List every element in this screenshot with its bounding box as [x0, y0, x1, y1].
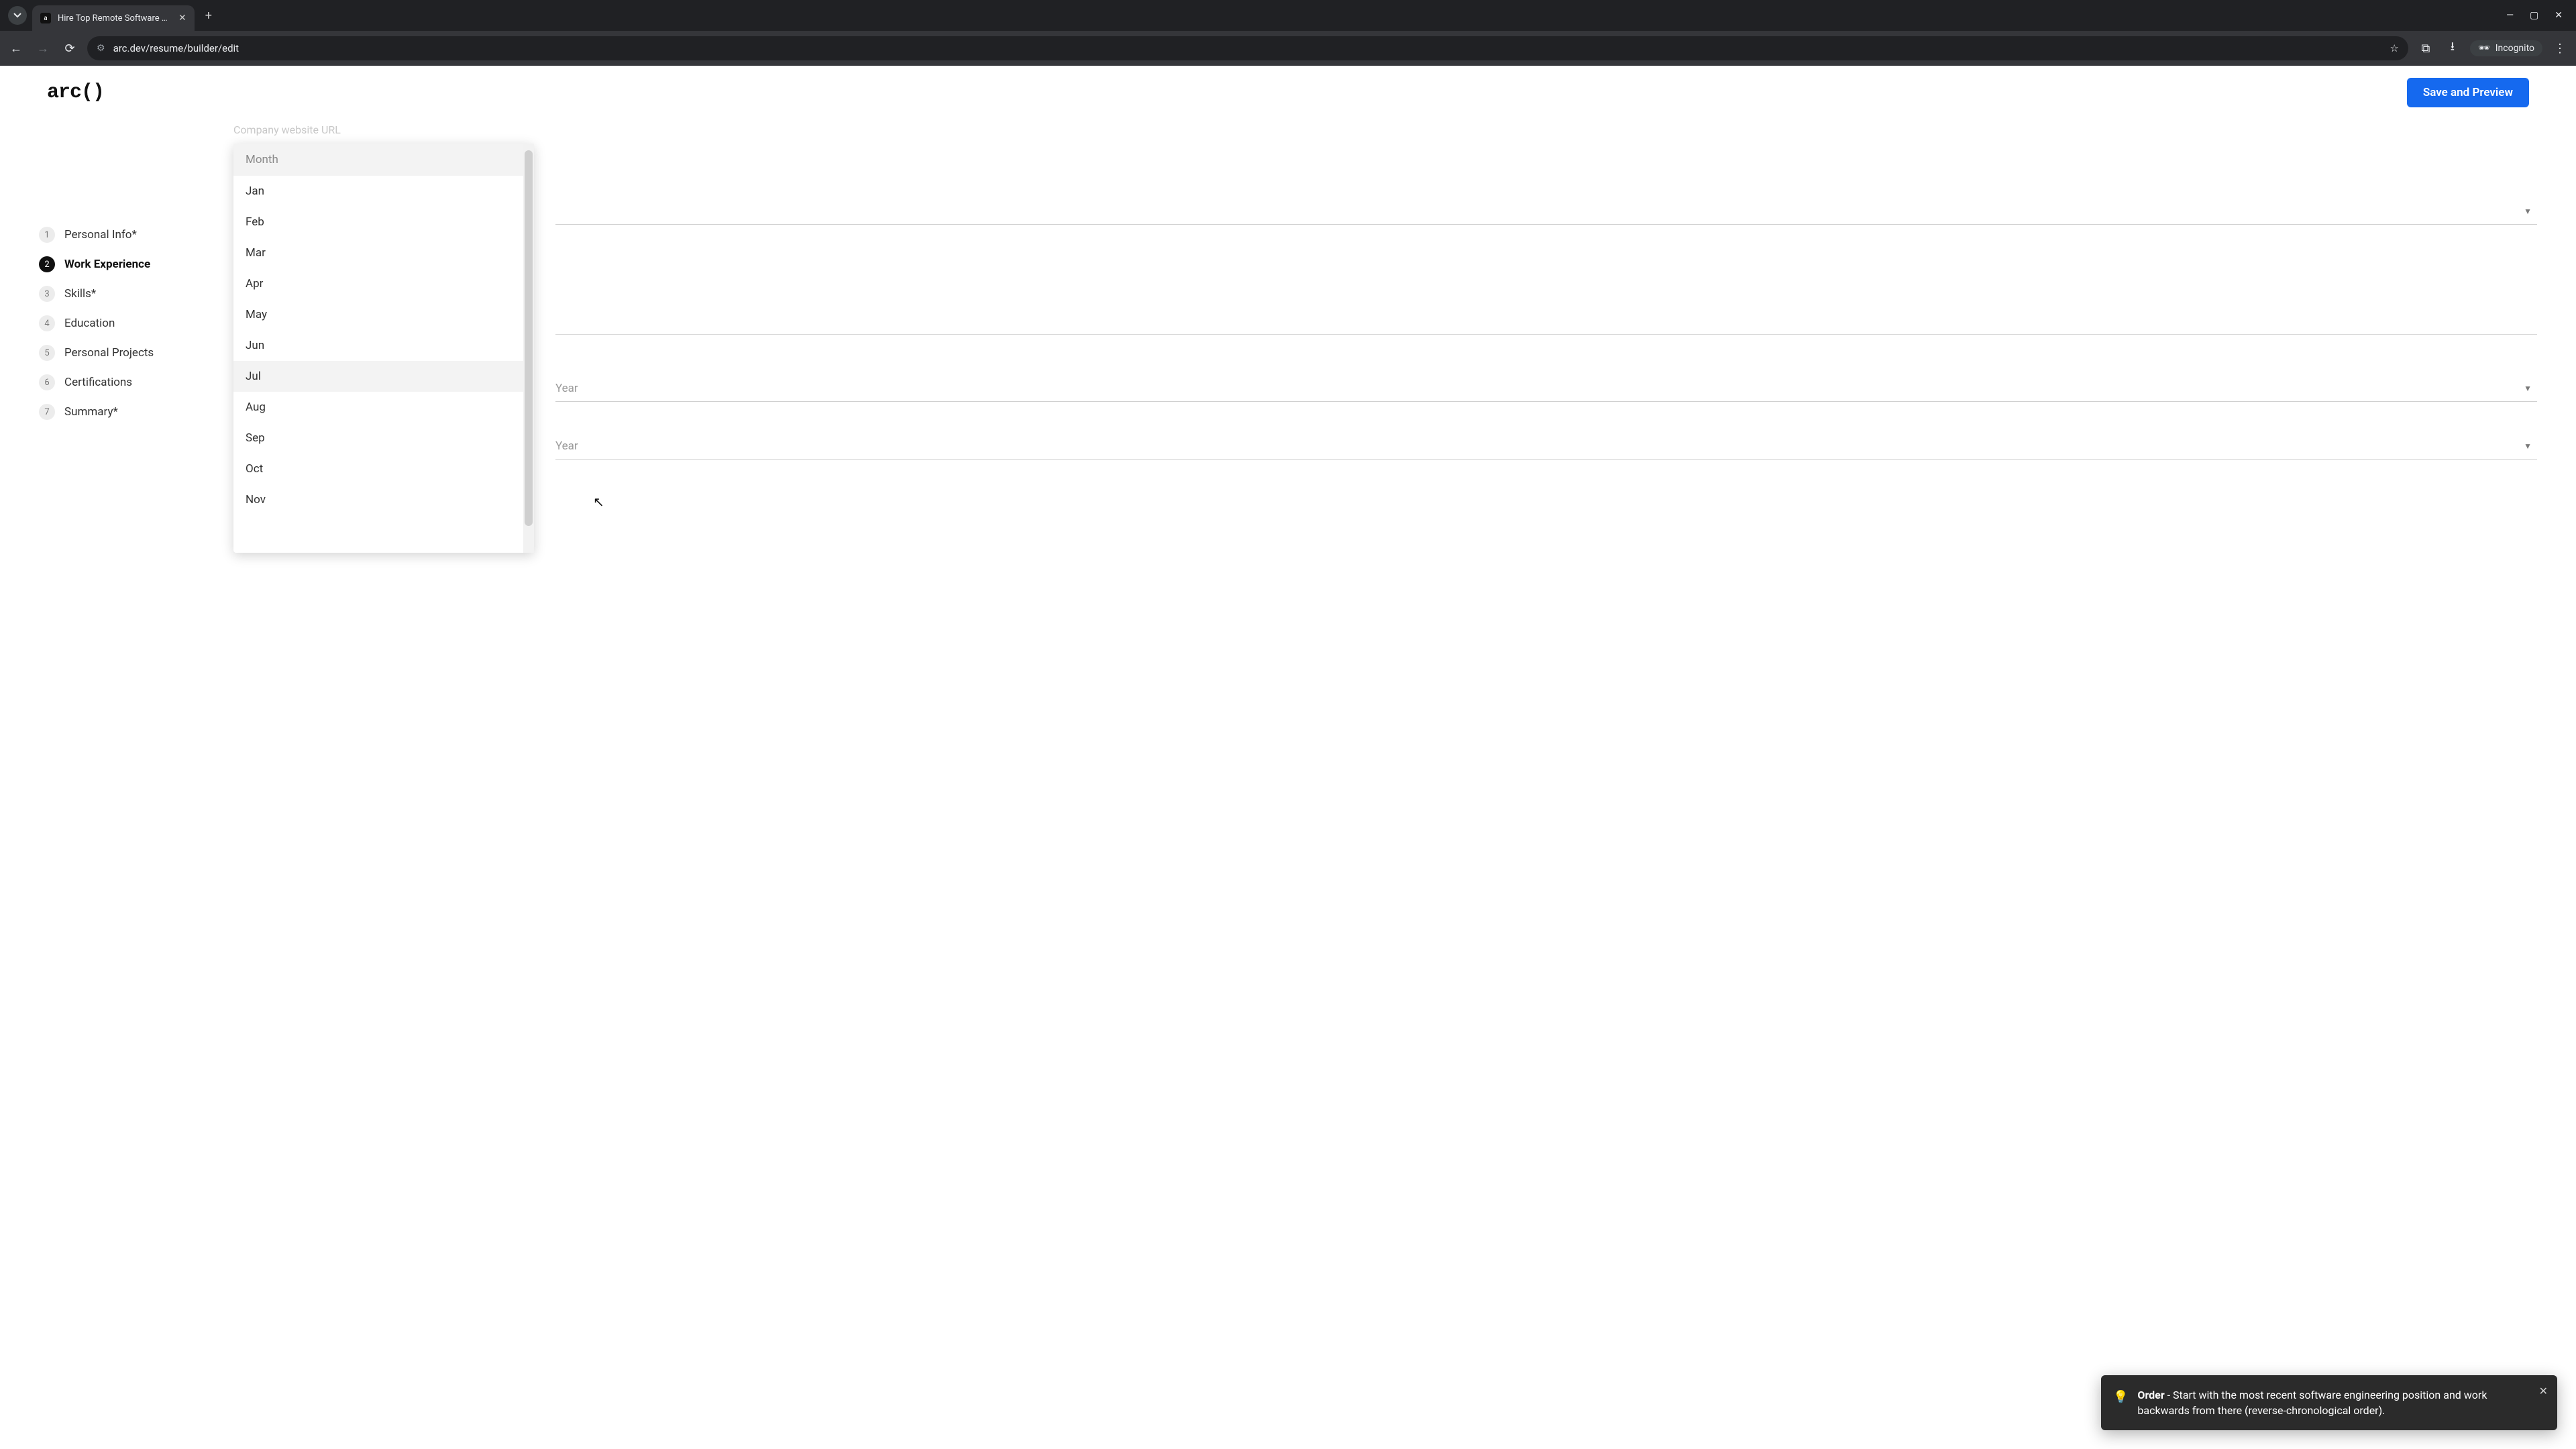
address-bar[interactable]: ⚙ arc.dev/resume/builder/edit ☆: [87, 36, 2408, 60]
month-option-jan[interactable]: Jan: [233, 176, 523, 207]
step-personal-projects[interactable]: 5 Personal Projects: [39, 338, 207, 368]
generic-select-1[interactable]: ▼: [555, 198, 2537, 225]
step-sidebar: 1 Personal Info* 2 Work Experience 3 Ski…: [39, 119, 207, 460]
reload-button[interactable]: ⟳: [60, 42, 79, 56]
logo[interactable]: arc(): [47, 81, 104, 104]
chevron-down-icon: ▼: [2524, 441, 2532, 451]
cursor-icon: ↖: [593, 494, 604, 510]
form-area: Company website URL Month Jan Feb Mar Ap…: [233, 119, 2537, 460]
month-option-may[interactable]: May: [233, 299, 523, 330]
month-dropdown-list: Month Jan Feb Mar Apr May Jun Jul Aug Se…: [233, 144, 523, 553]
app-header: arc() Save and Preview: [0, 66, 2576, 119]
save-and-preview-button[interactable]: Save and Preview: [2407, 78, 2529, 107]
chevron-down-icon: ▼: [2524, 207, 2532, 216]
bookmark-icon[interactable]: ☆: [2390, 42, 2398, 54]
step-personal-info[interactable]: 1 Personal Info*: [39, 220, 207, 250]
extensions-icon[interactable]: ⧉: [2416, 42, 2435, 56]
step-number: 4: [39, 315, 55, 331]
browser-toolbar: ← → ⟳ ⚙ arc.dev/resume/builder/edit ☆ ⧉ …: [0, 31, 2576, 66]
step-label: Summary*: [64, 405, 118, 419]
tab-search-button[interactable]: [8, 6, 27, 25]
step-skills[interactable]: 3 Skills*: [39, 279, 207, 309]
step-number: 5: [39, 345, 55, 361]
month-option-aug[interactable]: Aug: [233, 392, 523, 423]
chevron-down-icon: [13, 11, 21, 19]
tip-toast: 💡 Order - Start with the most recent sof…: [2101, 1375, 2557, 1430]
step-label: Certifications: [64, 376, 132, 389]
step-label: Personal Info*: [64, 228, 137, 241]
step-label: Skills*: [64, 287, 96, 301]
chevron-down-icon: ▼: [2524, 384, 2532, 393]
year-placeholder: Year: [555, 439, 578, 453]
site-settings-icon[interactable]: ⚙: [97, 43, 105, 54]
month-option-mar[interactable]: Mar: [233, 237, 523, 268]
close-window-icon[interactable]: ✕: [2555, 10, 2563, 21]
text-field-line[interactable]: [555, 312, 2537, 335]
step-label: Work Experience: [64, 258, 150, 271]
toast-body: - Start with the most recent software en…: [2137, 1389, 2487, 1417]
start-year-select[interactable]: Year ▼: [555, 375, 2537, 402]
new-tab-button[interactable]: +: [205, 9, 212, 23]
forward-button[interactable]: →: [34, 42, 52, 56]
maximize-icon[interactable]: ▢: [2530, 10, 2538, 21]
step-summary[interactable]: 7 Summary*: [39, 397, 207, 427]
end-year-select[interactable]: Year ▼: [555, 433, 2537, 460]
lightbulb-icon: 💡: [2113, 1389, 2128, 1418]
toast-title: Order: [2137, 1389, 2164, 1401]
month-option-jun[interactable]: Jun: [233, 330, 523, 361]
step-number: 6: [39, 374, 55, 390]
step-number: 1: [39, 227, 55, 243]
dropdown-scrollbar[interactable]: [523, 144, 534, 553]
close-icon[interactable]: ✕: [2539, 1383, 2548, 1399]
month-option-nov[interactable]: Nov: [233, 484, 523, 515]
year-placeholder: Year: [555, 382, 578, 395]
step-certifications[interactable]: 6 Certifications: [39, 368, 207, 397]
incognito-icon: 🕶: [2478, 43, 2490, 54]
browser-chrome: a Hire Top Remote Software Dev ✕ + — ▢ ✕…: [0, 0, 2576, 66]
toast-text: Order - Start with the most recent softw…: [2137, 1387, 2526, 1418]
company-url-label: Company website URL: [233, 123, 2537, 136]
page-body: arc() Save and Preview 1 Personal Info* …: [0, 66, 2576, 1449]
tab-strip: a Hire Top Remote Software Dev ✕ + — ▢ ✕: [0, 0, 2576, 31]
step-label: Personal Projects: [64, 346, 154, 360]
minimize-icon[interactable]: —: [2506, 10, 2514, 21]
downloads-icon[interactable]: ⭳: [2443, 38, 2462, 58]
step-number: 2: [39, 256, 55, 272]
step-label: Education: [64, 317, 115, 330]
step-number: 7: [39, 404, 55, 420]
step-education[interactable]: 4 Education: [39, 309, 207, 338]
close-icon[interactable]: ✕: [178, 13, 186, 23]
incognito-label: Incognito: [2496, 43, 2534, 54]
back-button[interactable]: ←: [7, 42, 25, 56]
month-option-apr[interactable]: Apr: [233, 268, 523, 299]
kebab-menu-icon[interactable]: ⋮: [2551, 42, 2569, 56]
month-option-sep[interactable]: Sep: [233, 423, 523, 453]
browser-tab[interactable]: a Hire Top Remote Software Dev ✕: [32, 5, 195, 31]
window-controls: — ▢ ✕: [2506, 10, 2571, 21]
tab-title: Hire Top Remote Software Dev: [58, 13, 172, 23]
dropdown-header: Month: [233, 144, 523, 176]
month-dropdown[interactable]: Month Jan Feb Mar Apr May Jun Jul Aug Se…: [233, 144, 534, 553]
month-option-feb[interactable]: Feb: [233, 207, 523, 237]
month-option-jul[interactable]: Jul: [233, 361, 523, 392]
incognito-indicator[interactable]: 🕶 Incognito: [2470, 40, 2542, 56]
url-text: arc.dev/resume/builder/edit: [113, 42, 239, 54]
tab-favicon: a: [40, 13, 51, 23]
month-option-oct[interactable]: Oct: [233, 453, 523, 484]
step-number: 3: [39, 286, 55, 302]
scrollbar-thumb[interactable]: [525, 150, 533, 526]
step-work-experience[interactable]: 2 Work Experience: [39, 250, 207, 279]
